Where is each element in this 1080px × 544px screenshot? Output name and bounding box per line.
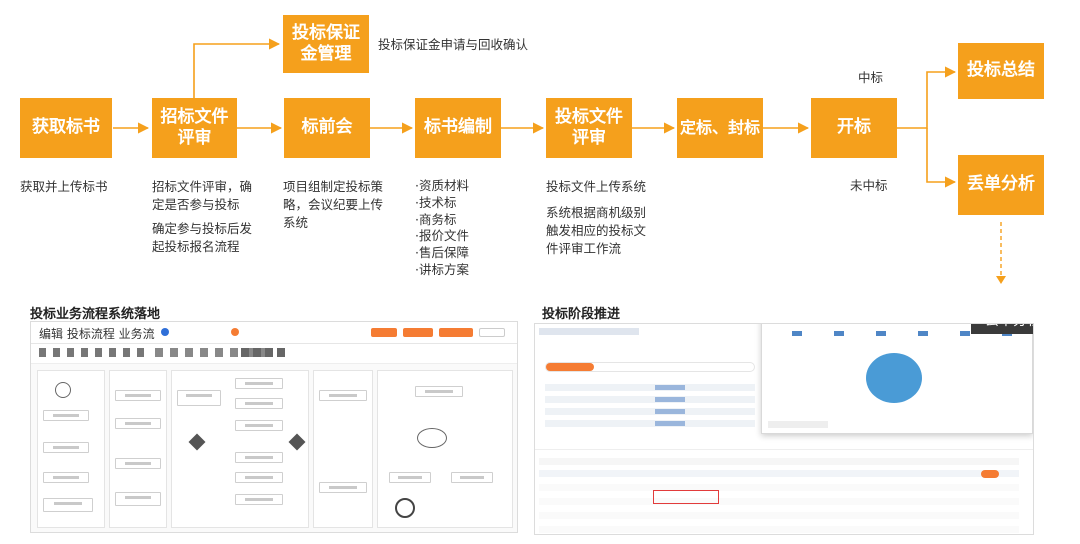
toolbar-icon-row-3[interactable] bbox=[241, 348, 287, 357]
right-section-title: 投标阶段推进 bbox=[542, 307, 621, 322]
desc-bid-file-review-2: 系统根据商机级别 触发相应的投标文 件评审工作流 bbox=[546, 205, 647, 256]
loss-analysis-overlay: 丢单分析 bbox=[971, 324, 1033, 334]
flow-node bbox=[43, 410, 89, 421]
editor-button-3[interactable] bbox=[439, 328, 473, 337]
table-link[interactable] bbox=[655, 409, 685, 414]
dashed-arrow-head bbox=[996, 276, 1006, 284]
flow-node bbox=[235, 452, 283, 463]
step-pre-bid: 标前会 bbox=[284, 98, 370, 158]
bid-stage-screenshot: 丢单分析 bbox=[534, 323, 1034, 535]
flow-node bbox=[115, 418, 161, 429]
flow-node bbox=[43, 498, 93, 512]
stage-tabs[interactable] bbox=[545, 362, 755, 372]
flow-node bbox=[319, 390, 367, 401]
pie-chart bbox=[866, 353, 922, 403]
detail-row bbox=[539, 470, 1019, 477]
editor-toolbar bbox=[31, 344, 517, 364]
stage-header bbox=[539, 328, 759, 338]
table-row bbox=[545, 384, 755, 391]
step-bid-summary: 投标总结 bbox=[958, 43, 1044, 99]
flow-node bbox=[115, 492, 161, 506]
table-row bbox=[545, 408, 755, 415]
editor-button-1[interactable] bbox=[371, 328, 397, 337]
step-get-tender: 获取标书 bbox=[20, 98, 112, 158]
desc-get-tender: 获取并上传标书 bbox=[20, 179, 108, 194]
detail-panel bbox=[535, 449, 1033, 534]
editor-header-bar: 编辑 投标流程 业务流 bbox=[31, 322, 517, 344]
editor-button-4[interactable] bbox=[479, 328, 505, 337]
flow-node bbox=[415, 386, 463, 397]
loss-analysis-popup bbox=[761, 324, 1033, 434]
step-indicator-2 bbox=[231, 328, 239, 336]
desc-pre-bid: 项目组制定投标策 略，会议纪要上传 系统 bbox=[283, 179, 384, 230]
table-row bbox=[545, 420, 755, 427]
start-node bbox=[55, 382, 71, 398]
step-opening: 开标 bbox=[811, 98, 897, 158]
table-link[interactable] bbox=[655, 421, 685, 426]
step-indicator-1 bbox=[161, 328, 169, 336]
header-line bbox=[539, 328, 639, 335]
arrow-review-to-deposit bbox=[193, 38, 281, 98]
highlight-field[interactable] bbox=[653, 490, 719, 504]
detail-row bbox=[539, 526, 1019, 533]
editor-heading: 编辑 投标流程 业务流 bbox=[39, 327, 155, 341]
flow-node bbox=[235, 378, 283, 389]
step-loss-analysis: 丢单分析 bbox=[958, 155, 1044, 215]
decision-node bbox=[417, 428, 447, 448]
stage-tab-active[interactable] bbox=[546, 363, 594, 371]
step-tender-review: 招标文件 评审 bbox=[152, 98, 237, 158]
flow-node bbox=[177, 390, 221, 406]
process-editor-screenshot: 编辑 投标流程 业务流 bbox=[30, 321, 518, 533]
left-section-title: 投标业务流程系统落地 bbox=[30, 307, 161, 322]
step-pricing-seal: 定标、封标 bbox=[677, 98, 763, 158]
table-link[interactable] bbox=[655, 385, 685, 390]
flow-node bbox=[451, 472, 493, 483]
flow-node bbox=[115, 458, 161, 469]
flow-node bbox=[389, 472, 431, 483]
flow-node bbox=[235, 420, 283, 431]
step-deposit: 投标保证 金管理 bbox=[283, 15, 369, 73]
outcome-win: 中标 bbox=[858, 70, 884, 85]
flow-node bbox=[235, 472, 283, 483]
arrow-opening-to-loss bbox=[926, 128, 957, 188]
detail-row bbox=[539, 458, 1019, 465]
desc-bid-file-review-1: 投标文件上传系统 bbox=[546, 179, 647, 194]
table-row bbox=[545, 396, 755, 403]
step-bid-prep: 标书编制 bbox=[415, 98, 501, 158]
bid-process-diagram: 获取标书 招标文件 评审 标前会 标书编制 投标文件 评审 定标、封标 开标 投… bbox=[0, 0, 1080, 544]
flow-node bbox=[235, 494, 283, 505]
table-link[interactable] bbox=[655, 397, 685, 402]
arrow-opening-to-summary bbox=[897, 66, 957, 129]
outcome-lose: 未中标 bbox=[850, 178, 888, 193]
popup-footer bbox=[768, 421, 828, 428]
editor-button-2[interactable] bbox=[403, 328, 433, 337]
flow-node bbox=[319, 482, 367, 493]
desc-bid-prep: ·资质材料 ·技术标 ·商务标 ·报价文件 ·售后保障 ·讲标方案 bbox=[415, 178, 469, 277]
desc-deposit: 投标保证金申请与回收确认 bbox=[378, 37, 529, 52]
toggle-switch[interactable] bbox=[981, 470, 999, 478]
detail-row bbox=[539, 498, 1019, 505]
flow-node bbox=[235, 398, 283, 409]
desc-tender-review-2: 确定参与投标后发 起投标报名流程 bbox=[152, 221, 253, 254]
desc-tender-review-1: 招标文件评审，确 定是否参与投标 bbox=[152, 179, 253, 212]
step-bid-file-review: 投标文件 评审 bbox=[546, 98, 632, 158]
end-node bbox=[395, 498, 415, 518]
toolbar-icon-row[interactable] bbox=[39, 348, 149, 357]
detail-row bbox=[539, 484, 1019, 491]
flow-node bbox=[115, 390, 161, 401]
flow-node bbox=[43, 472, 89, 483]
flow-node bbox=[43, 442, 89, 453]
detail-row bbox=[539, 512, 1019, 519]
